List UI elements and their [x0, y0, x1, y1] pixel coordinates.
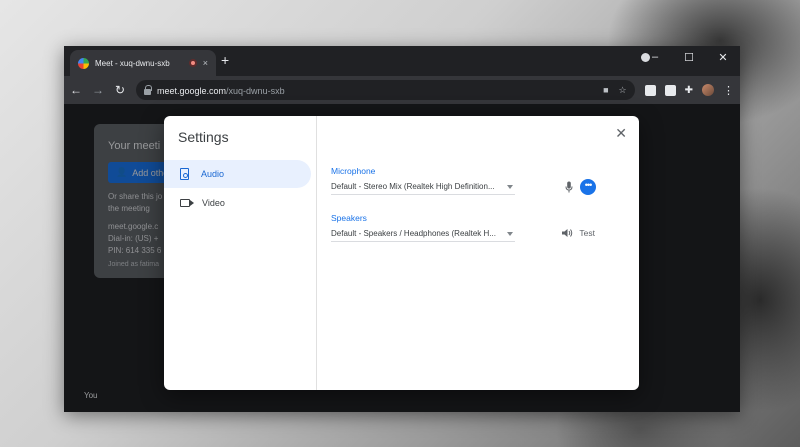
speakers-label: Speakers [331, 213, 367, 223]
extension-off-icon[interactable] [664, 84, 676, 96]
tab-title: Meet - xuq-dwnu-sxb [95, 58, 170, 68]
chevron-down-icon [507, 184, 513, 189]
forward-button[interactable]: → [92, 83, 104, 97]
volume-icon [562, 229, 573, 237]
test-speakers-button[interactable]: Test [562, 228, 595, 238]
chevron-down-icon [507, 231, 513, 236]
lock-icon[interactable] [144, 84, 152, 95]
extension-icon[interactable] [644, 84, 656, 96]
window-controls: – ☐ ✕ [638, 46, 740, 68]
settings-tab-audio[interactable]: Audio [164, 160, 311, 188]
microphone-icon [565, 181, 573, 193]
settings-sidebar: Settings Audio Video [164, 116, 317, 390]
bookmark-star-icon[interactable]: ☆ [619, 85, 627, 96]
settings-title: Settings [178, 129, 229, 145]
browser-toolbar: ← → ↻ meet.google.com/xuq-dwnu-sxb ■ ☆ ✚… [64, 76, 740, 104]
tab-close-icon[interactable]: × [203, 58, 208, 68]
tab-bar: Meet - xuq-dwnu-sxb × + – ☐ ✕ [64, 46, 740, 76]
microphone-label: Microphone [331, 166, 376, 176]
microphone-select[interactable]: Default - Stereo Mix (Realtek High Defin… [331, 179, 515, 195]
back-button[interactable]: ← [70, 83, 82, 97]
new-tab-button[interactable]: + [221, 53, 229, 67]
speakers-select[interactable]: Default - Speakers / Headphones (Realtek… [331, 226, 515, 242]
settings-tab-audio-label: Audio [201, 169, 225, 179]
extensions-puzzle-icon[interactable]: ✚ [685, 85, 693, 96]
mic-more-options-button[interactable]: ••• [580, 179, 596, 195]
camera-permission-icon[interactable]: ■ [603, 85, 608, 96]
minimize-button[interactable]: – [638, 46, 672, 68]
settings-content: ✕ Microphone Default - Stereo Mix (Realt… [317, 116, 639, 390]
close-window-button[interactable]: ✕ [706, 46, 740, 68]
close-icon[interactable]: ✕ [615, 126, 627, 140]
meet-favicon-icon [78, 57, 89, 69]
browser-menu-icon[interactable]: ⋮ [723, 84, 734, 97]
settings-dialog: Settings Audio Video ✕ Microphone Defaul… [164, 116, 639, 390]
profile-avatar[interactable] [702, 84, 714, 96]
extensions-area: ✚ ⋮ [644, 84, 734, 97]
microphone-value: Default - Stereo Mix (Realtek High Defin… [331, 182, 495, 191]
omnibox-icons: ■ ☆ [603, 85, 627, 96]
settings-tab-video-label: Video [202, 198, 225, 208]
url-host: meet.google.com [157, 86, 227, 96]
recording-indicator-icon [188, 59, 197, 67]
url-path: /xuq-dwnu-sxb [226, 86, 285, 96]
settings-tab-video[interactable]: Video [164, 189, 311, 217]
tab-meet[interactable]: Meet - xuq-dwnu-sxb × [70, 50, 216, 76]
test-label: Test [579, 228, 595, 238]
video-camera-icon [180, 199, 194, 207]
maximize-button[interactable]: ☐ [672, 46, 706, 68]
address-bar[interactable]: meet.google.com/xuq-dwnu-sxb ■ ☆ [136, 80, 635, 100]
speaker-device-icon [180, 168, 189, 180]
speakers-value: Default - Speakers / Headphones (Realtek… [331, 229, 496, 238]
reload-button[interactable]: ↻ [114, 83, 126, 97]
